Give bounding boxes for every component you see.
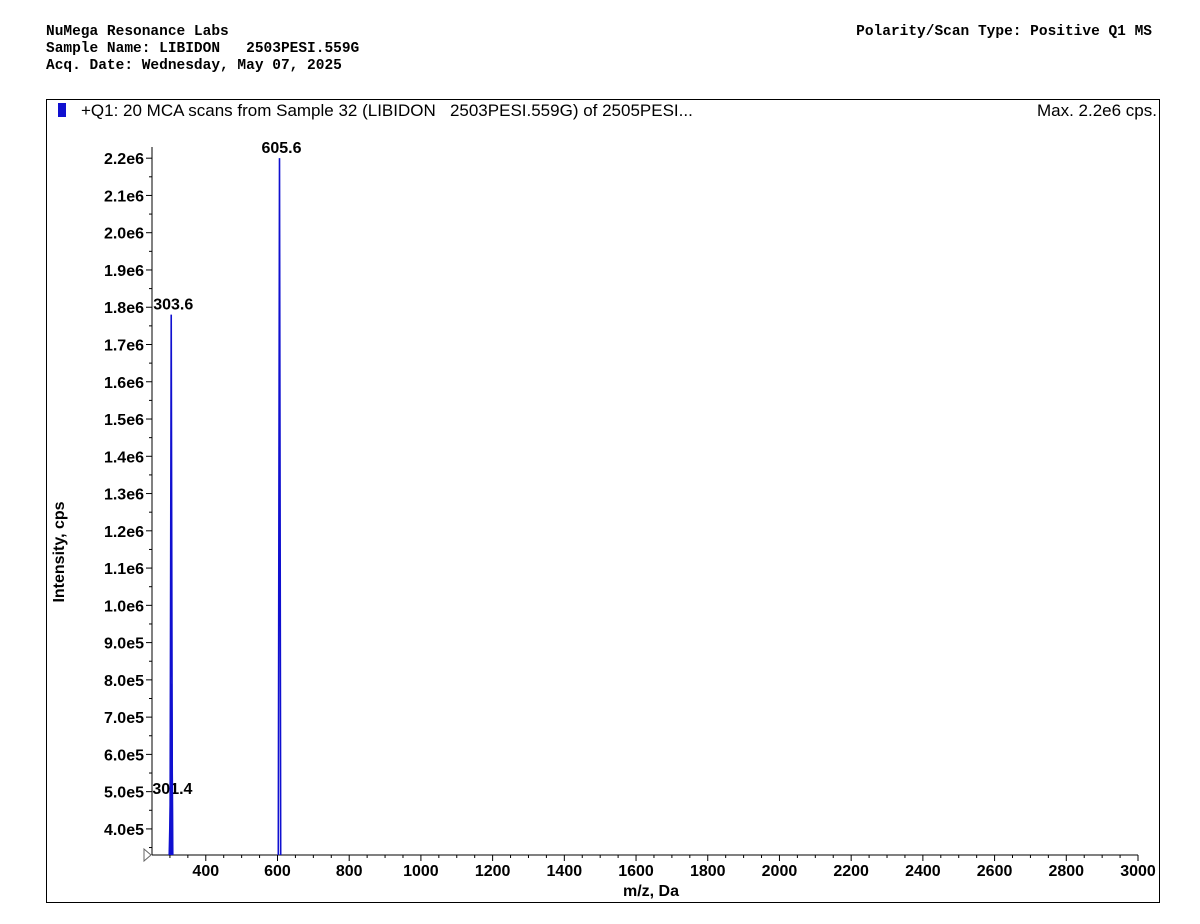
spectrum-peak bbox=[277, 158, 282, 856]
y-tick-label: 2.0e6 bbox=[104, 226, 144, 243]
peak-label: 605.6 bbox=[261, 140, 301, 157]
y-tick-label: 1.7e6 bbox=[104, 337, 144, 354]
peak-label: 303.6 bbox=[153, 297, 193, 314]
y-tick-label: 2.2e6 bbox=[104, 151, 144, 168]
y-tick-label: 1.4e6 bbox=[104, 449, 144, 466]
x-tick-label: 400 bbox=[192, 863, 219, 880]
y-tick-label: 6.0e5 bbox=[104, 747, 144, 764]
y-tick-label: 5.0e5 bbox=[104, 785, 144, 802]
mass-spectrum-chart: 4.0e5 5.0e5 6.0e5 7.0e5 8.0e5 9.0e5 1.0e6 1.1e6… bbox=[104, 140, 1156, 880]
lab-name: NuMega Resonance Labs bbox=[46, 24, 229, 40]
y-tick-label: 2.1e6 bbox=[104, 188, 144, 205]
x-tick-label: 2200 bbox=[833, 863, 869, 880]
x-axis-title: m/z, Da bbox=[622, 883, 680, 900]
y-tick-label: 1.8e6 bbox=[104, 300, 144, 317]
x-tick-label: 1200 bbox=[475, 863, 511, 880]
sample-name: Sample Name: LIBIDON 2503PESI.559G bbox=[46, 41, 360, 57]
y-axis-title: Intensity, cps bbox=[51, 501, 68, 603]
y-tick-label: 1.0e6 bbox=[104, 598, 144, 615]
acquisition-date: Acq. Date: Wednesday, May 07, 2025 bbox=[46, 58, 342, 74]
report-header-left: NuMega Resonance Labs Sample Name: LIBIDO… bbox=[46, 24, 359, 75]
y-tick-label: 1.3e6 bbox=[104, 487, 144, 504]
x-tick-label: 2800 bbox=[1048, 863, 1084, 880]
y-tick-label: 1.6e6 bbox=[104, 375, 144, 392]
x-tick-label: 2600 bbox=[977, 863, 1013, 880]
y-tick-label: 7.0e5 bbox=[104, 710, 144, 727]
y-tick-label: 9.0e5 bbox=[104, 636, 144, 653]
x-tick-label: 1600 bbox=[618, 863, 654, 880]
polarity-scan-type: Polarity/Scan Type: Positive Q1 MS bbox=[856, 24, 1152, 40]
axis-origin-marker bbox=[143, 847, 152, 863]
spectrum-panel: +Q1: 20 MCA scans from Sample 32 (LIBIDO… bbox=[46, 99, 1160, 903]
x-tick-label: 800 bbox=[336, 863, 363, 880]
y-tick-label: 1.1e6 bbox=[104, 561, 144, 578]
x-tick-label: 1800 bbox=[690, 863, 726, 880]
x-tick-label: 1000 bbox=[403, 863, 439, 880]
y-tick-label: 4.0e5 bbox=[104, 822, 144, 839]
y-tick-label: 1.2e6 bbox=[104, 524, 144, 541]
x-tick-label: 3000 bbox=[1120, 863, 1156, 880]
y-tick-label: 1.5e6 bbox=[104, 412, 144, 429]
y-tick-label: 8.0e5 bbox=[104, 673, 144, 690]
x-tick-label: 2000 bbox=[762, 863, 798, 880]
x-tick-label: 2400 bbox=[905, 863, 941, 880]
y-tick-label: 1.9e6 bbox=[104, 263, 144, 280]
x-tick-label: 600 bbox=[264, 863, 291, 880]
x-tick-label: 1400 bbox=[547, 863, 583, 880]
